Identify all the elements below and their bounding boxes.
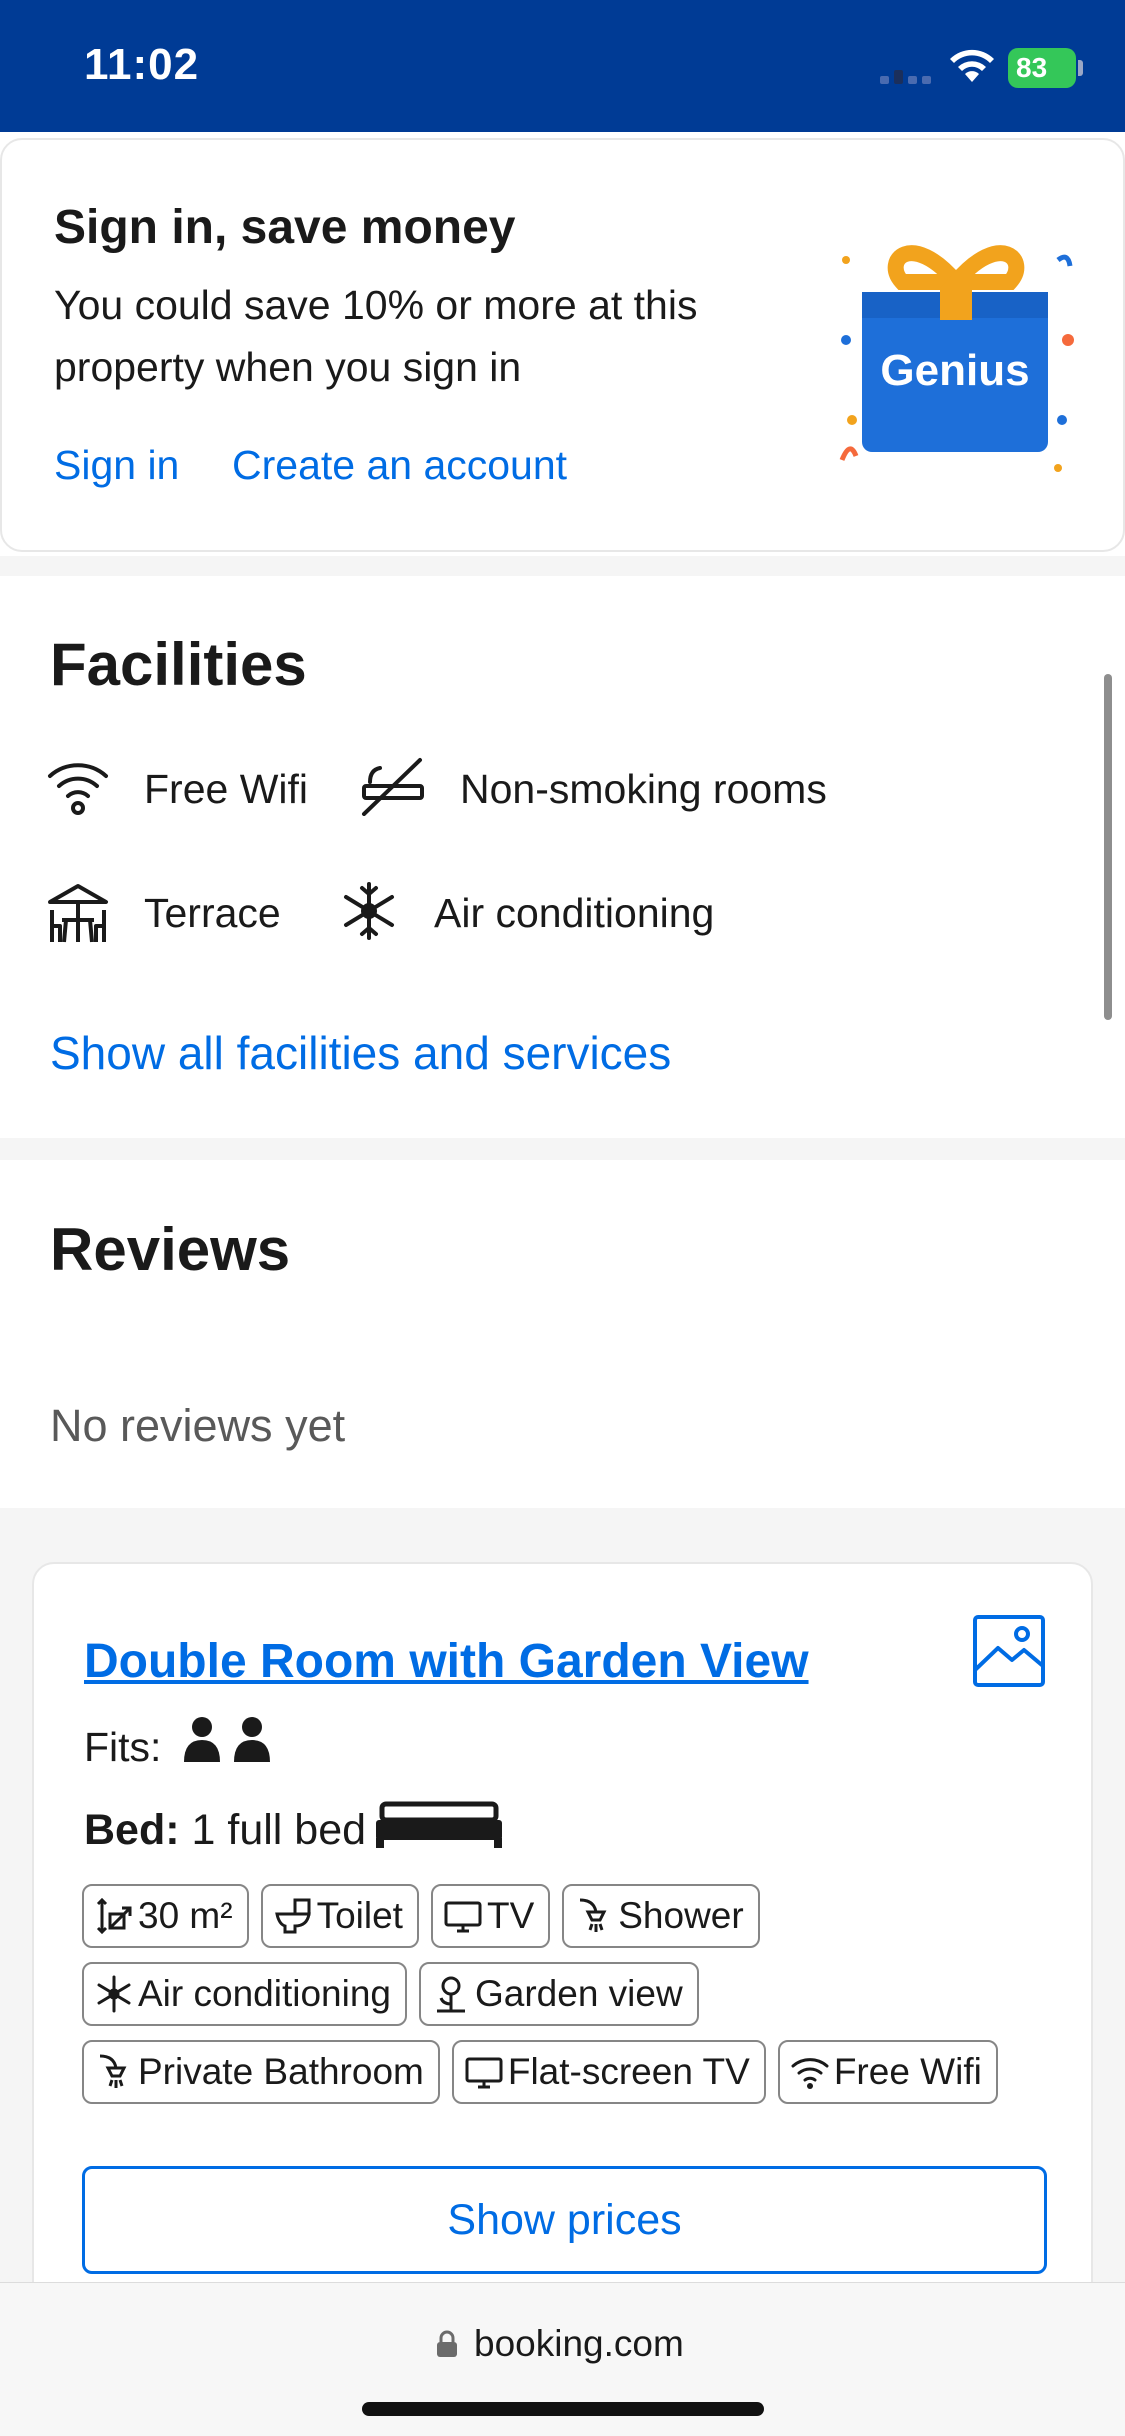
snowflake-icon	[344, 882, 394, 940]
facilities-title: Facilities	[50, 631, 307, 698]
show-prices-button[interactable]: Show prices	[82, 2166, 1047, 2274]
amenity-label: Air conditioning	[138, 1973, 391, 2014]
genius-label: Genius	[880, 346, 1029, 395]
no-reviews-text: No reviews yet	[50, 1400, 346, 1451]
amenity-tag: 30 m²	[82, 1884, 249, 1948]
toilet-icon	[274, 1898, 311, 1934]
facility-label-wifi: Free Wifi	[144, 766, 308, 812]
url-text: booking.com	[474, 2323, 684, 2364]
bed-label: Bed:	[84, 1806, 180, 1854]
battery-level: 83	[1016, 52, 1048, 83]
double-bed-icon	[376, 1801, 502, 1848]
section-divider	[0, 1138, 1125, 1160]
amenity-label: Flat-screen TV	[507, 2051, 750, 2092]
flat-screen-tv-icon	[465, 2057, 503, 2089]
section-divider	[0, 556, 1125, 576]
room-card: Double Room with Garden View Fits: Bed: …	[32, 1562, 1093, 2362]
bathroom-icon	[99, 2054, 127, 2088]
amenity-label: Private Bathroom	[138, 2051, 424, 2092]
url-display[interactable]: booking.com	[436, 2323, 684, 2365]
amenity-label: Shower	[618, 1895, 744, 1936]
terrace-icon	[48, 884, 108, 943]
amenity-tag: Shower	[562, 1884, 760, 1948]
signin-body: You could save 10% or more at this prope…	[54, 282, 698, 390]
wifi-status-icon	[950, 49, 994, 82]
signin-card: Sign in, save money You could save 10% o…	[0, 138, 1125, 552]
amenity-tag: Free Wifi	[777, 2040, 998, 2104]
sign-in-link[interactable]: Sign in	[54, 442, 179, 489]
signin-title: Sign in, save money	[54, 201, 516, 254]
person-icon	[184, 1717, 220, 1762]
amenity-tag: Flat-screen TV	[451, 2040, 766, 2104]
amenity-label: Toilet	[316, 1895, 403, 1936]
amenity-tag: Toilet	[260, 1884, 419, 1948]
battery-indicator: 83	[1008, 48, 1076, 88]
battery-tip	[1078, 60, 1083, 76]
amenity-label: Free Wifi	[833, 2051, 982, 2092]
create-account-link[interactable]: Create an account	[232, 442, 567, 489]
facility-label-non-smoking: Non-smoking rooms	[460, 766, 827, 812]
scrollbar[interactable]	[1104, 674, 1112, 1020]
amenity-tag: Private Bathroom	[82, 2040, 440, 2104]
reviews-title: Reviews	[50, 1216, 291, 1283]
status-time: 11:02	[84, 40, 200, 89]
snowflake-icon	[97, 1975, 131, 2013]
amenity-tag: Garden view	[418, 1962, 699, 2026]
facility-label-terrace: Terrace	[144, 890, 281, 936]
home-indicator[interactable]	[362, 2402, 764, 2416]
status-bar: 11:02 83	[0, 0, 1125, 132]
lock-icon	[437, 2330, 457, 2357]
amenity-label: TV	[486, 1895, 535, 1936]
wifi-icon	[791, 2058, 829, 2089]
genius-gift-illustration: Genius	[839, 245, 1074, 472]
show-all-facilities-link[interactable]: Show all facilities and services	[50, 1026, 671, 1080]
room-amenities: 30 m² Toilet TV Shower Air conditioning	[82, 1884, 1062, 2118]
fits-label: Fits:	[84, 1724, 162, 1770]
amenity-label: 30 m²	[138, 1895, 233, 1936]
garden-icon	[436, 1976, 465, 2013]
photo-icon[interactable]	[972, 1614, 1046, 1688]
amenity-label: Garden view	[474, 1973, 683, 2014]
facility-label-air-conditioning: Air conditioning	[434, 890, 715, 936]
guest-count-icons	[182, 1716, 272, 1764]
bed-value: 1 full bed	[191, 1806, 367, 1854]
bed-info: Bed: 1 full bed	[84, 1806, 366, 1855]
amenity-tag: Air conditioning	[82, 1962, 407, 2026]
shower-icon	[580, 1898, 607, 1932]
no-smoking-icon	[362, 758, 424, 816]
cellular-signal-icon	[880, 70, 931, 84]
person-icon	[234, 1717, 270, 1762]
room-title-link[interactable]: Double Room with Garden View	[84, 1634, 809, 1689]
amenity-tag: TV	[430, 1884, 551, 1948]
wifi-icon	[48, 763, 108, 815]
tv-icon	[444, 1901, 482, 1933]
room-size-icon	[96, 1897, 132, 1935]
